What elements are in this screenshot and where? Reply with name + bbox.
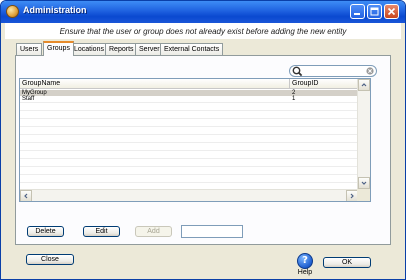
close-button[interactable]: Close: [26, 254, 74, 265]
grid-line: [20, 102, 358, 103]
title-bar[interactable]: Administration: [1, 1, 405, 23]
grid-line: [20, 174, 358, 175]
search-icon: [292, 66, 303, 77]
maximize-icon: [370, 7, 379, 16]
help-label[interactable]: Help: [297, 269, 313, 276]
delete-button[interactable]: Delete: [27, 226, 64, 237]
grid-line: [20, 182, 358, 183]
tab-locations[interactable]: Locations: [70, 43, 108, 55]
app-icon: [6, 5, 19, 18]
chevron-up-icon: [361, 83, 367, 87]
grid-line: [20, 166, 358, 167]
grid-line: [20, 134, 358, 135]
scroll-left-button[interactable]: [20, 190, 32, 201]
close-window-button[interactable]: [384, 4, 399, 19]
tab-external-contacts[interactable]: External Contacts: [160, 43, 224, 55]
dialog-content: Ensure that the user or group does not a…: [5, 23, 401, 276]
add-button[interactable]: Add: [135, 226, 172, 237]
close-icon: [387, 7, 396, 16]
scrollbar-corner: [357, 189, 370, 201]
minimize-button[interactable]: [350, 4, 365, 19]
column-header-groupname[interactable]: GroupName: [20, 79, 290, 88]
grid-line: [20, 110, 358, 111]
maximize-button[interactable]: [367, 4, 382, 19]
tab-reports[interactable]: Reports: [105, 43, 138, 55]
scroll-up-button[interactable]: [358, 79, 370, 91]
clear-search-icon[interactable]: [366, 67, 374, 75]
horizontal-scrollbar[interactable]: [20, 189, 358, 201]
window-title: Administration: [23, 5, 87, 15]
grid-line: [20, 126, 358, 127]
grid-line: [20, 150, 358, 151]
minimize-icon: [354, 13, 360, 15]
search-input[interactable]: [303, 67, 361, 75]
new-group-name-input[interactable]: [181, 225, 243, 238]
column-header-groupid[interactable]: GroupID: [290, 79, 358, 88]
banner-text: Ensure that the user or group does not a…: [59, 27, 347, 36]
chevron-left-icon: [24, 193, 28, 199]
search-box[interactable]: [289, 65, 377, 77]
chevron-down-icon: [361, 181, 367, 185]
grid-line: [20, 142, 358, 143]
grid-line: [20, 158, 358, 159]
ok-button[interactable]: OK: [323, 257, 371, 268]
edit-button[interactable]: Edit: [83, 226, 120, 237]
tab-users[interactable]: Users: [16, 43, 43, 55]
help-icon[interactable]: ?: [297, 253, 313, 269]
table-header: GroupName GroupID: [20, 79, 358, 89]
chevron-right-icon: [350, 193, 354, 199]
tab-groups[interactable]: Groups: [43, 41, 74, 56]
vertical-scrollbar[interactable]: [357, 79, 370, 189]
table-body: MyGroup 2 Staff 1: [20, 89, 358, 191]
info-banner: Ensure that the user or group does not a…: [5, 23, 401, 39]
grid-line: [20, 118, 358, 119]
administration-window: Administration Ensure that the user or g…: [0, 0, 406, 280]
groups-table[interactable]: GroupName GroupID MyGroup 2 Staff 1: [19, 78, 371, 202]
scroll-down-button[interactable]: [358, 177, 370, 189]
